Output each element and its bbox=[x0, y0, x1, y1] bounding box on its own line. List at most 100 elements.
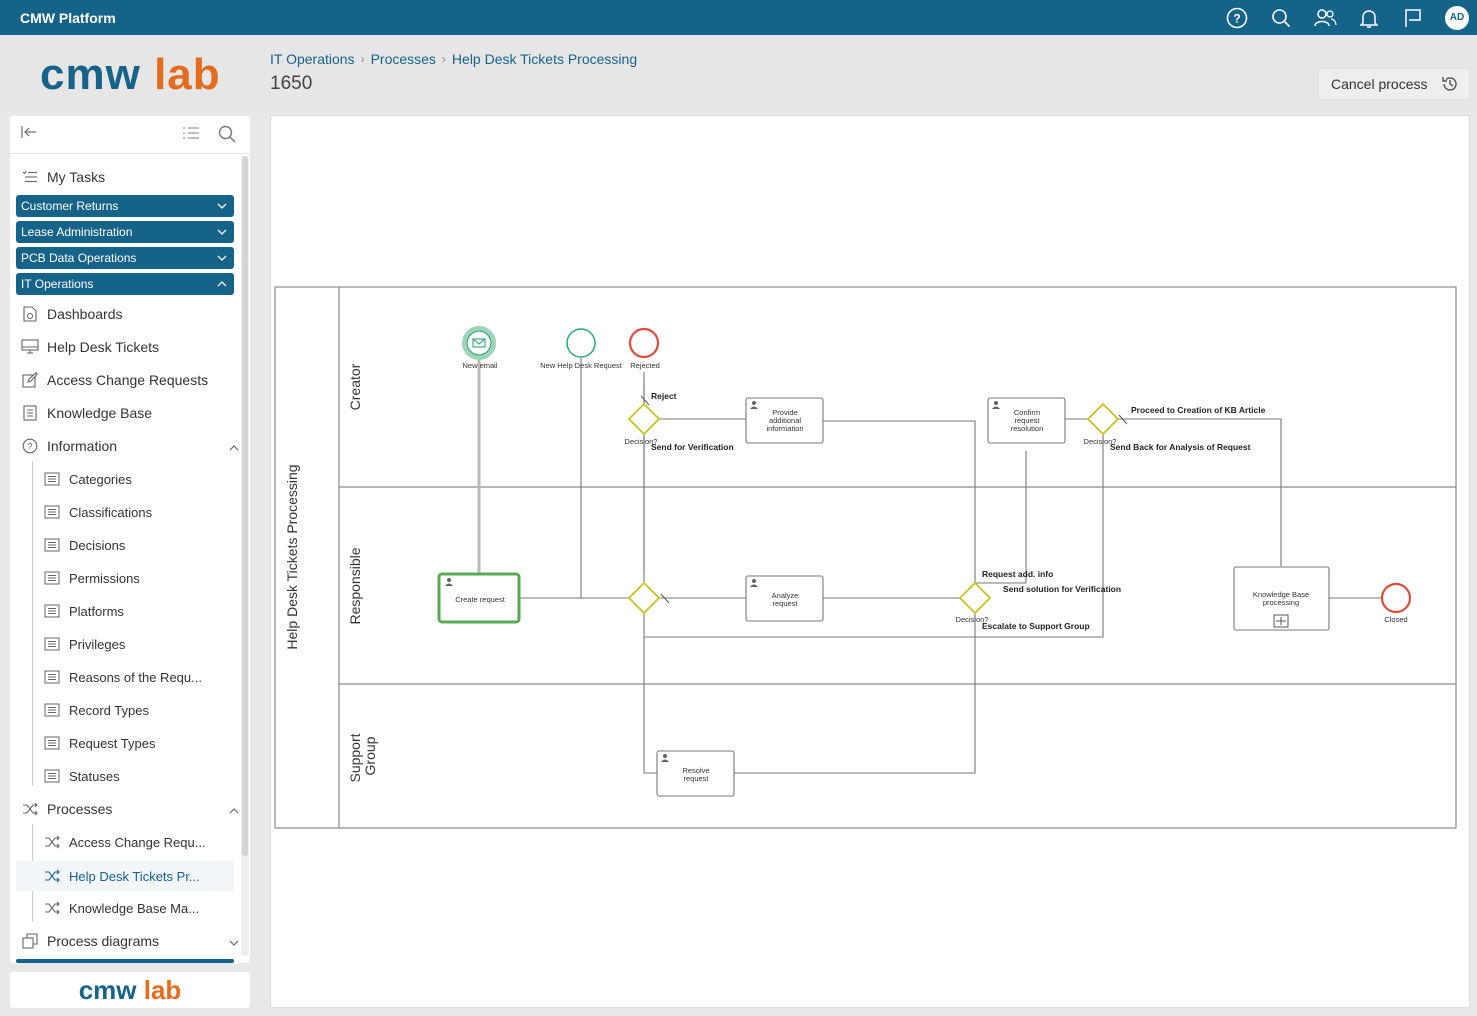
gateway-responsible-1[interactable] bbox=[627, 581, 661, 615]
sidebar-item-dashboards[interactable]: Dashboards bbox=[20, 301, 123, 327]
bpmn-diagram: Help Desk Tickets Processing Creator Res… bbox=[274, 286, 1457, 829]
sidebar-item-information[interactable]: ? Information bbox=[20, 433, 240, 459]
company-logo: cmw lab bbox=[40, 50, 221, 99]
table-icon bbox=[44, 670, 62, 684]
sidebar-item-help-desk-process[interactable]: Help Desk Tickets Pr... bbox=[16, 861, 234, 891]
app-pcb-data-operations[interactable]: PCB Data Operations bbox=[16, 247, 234, 269]
svg-text:request: request bbox=[683, 774, 709, 783]
svg-text:New email: New email bbox=[462, 361, 497, 370]
flag-icon[interactable] bbox=[1391, 0, 1435, 35]
chevron-down-icon bbox=[216, 252, 228, 267]
svg-text:?: ? bbox=[27, 442, 32, 452]
svg-text:Create request: Create request bbox=[455, 595, 506, 604]
sidebar-item-knowledge-base-process[interactable]: Knowledge Base Ma... bbox=[44, 895, 199, 921]
flow-label-send-solution: Send solution for Verification bbox=[1003, 584, 1121, 594]
monitor-icon bbox=[20, 339, 40, 355]
sidebar-item-help-desk-tickets[interactable]: Help Desk Tickets bbox=[20, 334, 159, 360]
svg-text:request: request bbox=[772, 599, 798, 608]
cancel-process-button[interactable]: Cancel process bbox=[1319, 69, 1469, 99]
flow-label-request-info: Request add. info bbox=[982, 569, 1053, 579]
cancel-process-label: Cancel process bbox=[1331, 76, 1428, 92]
platform-name[interactable]: CMW Platform bbox=[20, 10, 116, 26]
users-icon[interactable] bbox=[1303, 0, 1347, 35]
end-event-closed[interactable] bbox=[1380, 582, 1412, 614]
lane-creator-label: Creator bbox=[347, 363, 363, 410]
page-header bbox=[0, 35, 1477, 110]
sidebar-scrollbar[interactable] bbox=[241, 156, 249, 956]
process-diagram-canvas[interactable]: Help Desk Tickets Processing Creator Res… bbox=[270, 115, 1470, 1008]
sidebar-item-statuses[interactable]: Statuses bbox=[44, 763, 120, 789]
sidebar-item-processes[interactable]: Processes bbox=[20, 796, 240, 822]
flow-label-proceed-kb: Proceed to Creation of KB Article bbox=[1131, 405, 1266, 415]
chevron-right-icon: › bbox=[360, 52, 365, 66]
sidebar-item-my-tasks[interactable]: My Tasks bbox=[20, 164, 105, 190]
app-it-operations[interactable]: IT Operations bbox=[16, 273, 234, 295]
collapse-sidebar-icon[interactable] bbox=[20, 124, 38, 145]
sidebar-item-access-change-requests[interactable]: Access Change Requests bbox=[20, 367, 208, 393]
sidebar-item-reasons[interactable]: Reasons of the Requ... bbox=[44, 664, 202, 690]
sidebar-item-categories[interactable]: Categories bbox=[44, 466, 132, 492]
flow-label-reject: Reject bbox=[651, 391, 677, 401]
sidebar-item-access-change-process[interactable]: Access Change Requ... bbox=[44, 829, 206, 855]
table-icon bbox=[44, 472, 62, 486]
app-band-partial bbox=[16, 959, 234, 963]
gateway-creator-2[interactable]: Decision? bbox=[1084, 402, 1120, 446]
user-avatar[interactable]: AD bbox=[1445, 5, 1469, 30]
start-event-new-request[interactable] bbox=[566, 328, 596, 358]
navigation-sidebar: My Tasks Customer Returns Lease Administ… bbox=[10, 116, 250, 963]
sidebar-search-icon[interactable] bbox=[218, 125, 236, 148]
sidebar-item-decisions[interactable]: Decisions bbox=[44, 532, 125, 558]
sidebar-footer-logo: cmw lab bbox=[10, 972, 250, 1008]
svg-text:Rejected: Rejected bbox=[630, 361, 660, 370]
sidebar-item-platforms[interactable]: Platforms bbox=[44, 598, 124, 624]
history-icon[interactable] bbox=[1441, 75, 1459, 96]
sidebar-item-classifications[interactable]: Classifications bbox=[44, 499, 152, 525]
task-analyze-request[interactable]: Analyze request bbox=[745, 575, 824, 622]
bell-icon[interactable] bbox=[1347, 0, 1391, 35]
sidebar-item-knowledge-base[interactable]: Knowledge Base bbox=[20, 400, 152, 426]
search-icon[interactable] bbox=[1259, 0, 1303, 35]
page-title: 1650 bbox=[270, 73, 313, 94]
table-icon bbox=[44, 637, 62, 651]
task-provide-additional-information[interactable]: Provide additional information bbox=[745, 397, 824, 444]
shuffle-icon bbox=[44, 901, 62, 915]
flow-label-send-back: Send Back for Analysis of Request bbox=[1110, 442, 1251, 452]
task-resolve-request[interactable]: Resolve request bbox=[656, 750, 735, 797]
question-circle-icon: ? bbox=[20, 438, 40, 454]
gateway-responsible-2[interactable]: Decision? bbox=[956, 581, 992, 624]
chevron-down-icon bbox=[216, 200, 228, 215]
app-customer-returns[interactable]: Customer Returns bbox=[16, 195, 234, 217]
table-icon bbox=[44, 703, 62, 717]
help-icon[interactable]: ? bbox=[1215, 0, 1259, 35]
list-view-icon[interactable] bbox=[182, 125, 200, 148]
app-lease-administration[interactable]: Lease Administration bbox=[16, 221, 234, 243]
svg-text:?: ? bbox=[1233, 11, 1240, 25]
sidebar-item-request-types[interactable]: Request Types bbox=[44, 730, 155, 756]
dashboard-icon bbox=[20, 306, 40, 322]
table-icon bbox=[44, 604, 62, 618]
table-icon bbox=[44, 571, 62, 585]
top-bar: CMW Platform ? AD bbox=[0, 0, 1477, 35]
tree-connector bbox=[32, 461, 33, 786]
flow-label-send-verification: Send for Verification bbox=[651, 442, 734, 452]
tasks-icon bbox=[20, 170, 40, 184]
task-knowledge-base-processing[interactable]: Knowledge Base processing bbox=[1233, 566, 1330, 631]
breadcrumb-it-operations[interactable]: IT Operations bbox=[270, 51, 355, 67]
pool-border bbox=[274, 286, 1457, 829]
task-create-request[interactable]: Create request bbox=[437, 572, 521, 624]
sidebar-item-privileges[interactable]: Privileges bbox=[44, 631, 125, 657]
top-bar-actions: ? AD bbox=[1215, 0, 1477, 35]
task-confirm-request-resolution[interactable]: Confirm request resolution bbox=[987, 397, 1066, 444]
chevron-down-icon bbox=[216, 226, 228, 241]
breadcrumb-processes[interactable]: Processes bbox=[371, 51, 436, 67]
breadcrumb-help-desk-tickets[interactable]: Help Desk Tickets Processing bbox=[452, 51, 637, 67]
lane-support-label-1: Support bbox=[347, 733, 363, 782]
sidebar-item-process-diagrams[interactable]: Process diagrams bbox=[20, 928, 240, 954]
gateway-creator-1[interactable]: Decision? bbox=[625, 402, 661, 446]
table-icon bbox=[44, 736, 62, 750]
sidebar-item-permissions[interactable]: Permissions bbox=[44, 565, 140, 591]
svg-text:processing: processing bbox=[1263, 598, 1299, 607]
table-icon bbox=[44, 538, 62, 552]
end-event-rejected[interactable] bbox=[628, 327, 660, 359]
sidebar-item-record-types[interactable]: Record Types bbox=[44, 697, 149, 723]
